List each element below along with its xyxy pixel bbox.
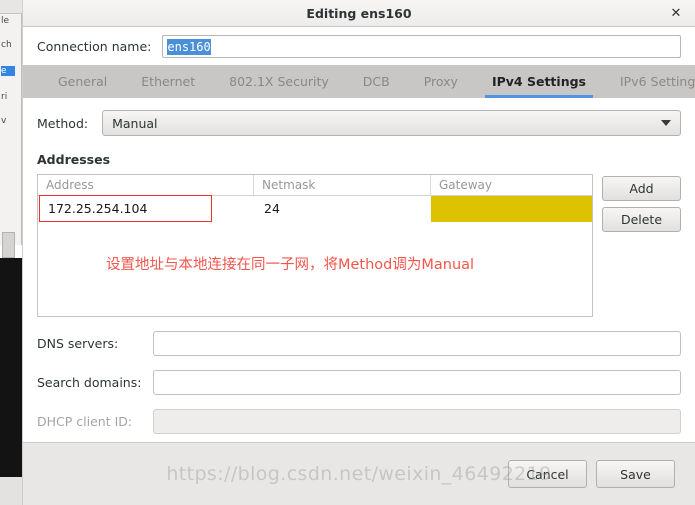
chevron-down-icon <box>661 120 671 126</box>
search-domains-label: Search domains: <box>37 375 142 390</box>
ipv4-settings-panel: Method: Manual Addresses Address Netmask… <box>23 98 695 442</box>
dhcp-client-id-row: DHCP client ID: <box>37 409 681 434</box>
method-label: Method: <box>37 115 89 131</box>
connection-name-row: Connection name: ens160 <box>23 27 695 65</box>
addresses-heading: Addresses <box>37 152 111 167</box>
tab-proxy[interactable]: Proxy <box>407 65 475 98</box>
dhcp-client-id-input <box>153 409 681 434</box>
tab-general[interactable]: General <box>41 65 124 98</box>
connection-name-input[interactable]: ens160 <box>162 35 681 58</box>
column-header-gateway: Gateway <box>439 178 493 192</box>
column-header-address: Address <box>38 175 254 195</box>
connection-name-label: Connection name: <box>37 39 152 54</box>
addresses-area: Address Netmask Gateway 172.25.254.104 2… <box>37 174 681 317</box>
addresses-table-header: Address Netmask Gateway <box>38 175 592 196</box>
cell-address[interactable]: 172.25.254.104 <box>38 195 254 222</box>
addresses-table: Address Netmask Gateway 172.25.254.104 2… <box>37 174 593 317</box>
background-selected-item: e <box>1 66 15 76</box>
add-button[interactable]: Add <box>602 176 681 201</box>
connection-name-value: ens160 <box>167 38 211 55</box>
background-terminal-area <box>0 258 22 477</box>
table-row[interactable]: 172.25.254.104 24 <box>38 195 592 222</box>
background-bottom-strip <box>0 477 22 505</box>
cell-address-value: 172.25.254.104 <box>48 201 148 216</box>
cell-netmask[interactable]: 24 <box>254 196 431 222</box>
watermark: https://blog.csdn.net/weixin_46492219 <box>166 463 552 485</box>
method-dropdown[interactable]: Manual <box>102 110 681 136</box>
addresses-buttons: Add Delete <box>602 174 681 232</box>
column-header-netmask: Netmask <box>254 175 431 195</box>
search-domains-input[interactable] <box>153 370 681 395</box>
dialog-titlebar: Editing ens160 ✕ <box>23 0 695 27</box>
save-button[interactable]: Save <box>596 460 675 488</box>
background-scrollbar <box>2 232 15 258</box>
tab-ipv6-settings[interactable]: IPv6 Settings <box>603 65 695 98</box>
method-value: Manual <box>112 115 158 131</box>
cell-gateway[interactable] <box>431 196 592 222</box>
dns-servers-label: DNS servers: <box>37 336 119 351</box>
background-window-titlebar <box>0 0 22 14</box>
background-text-fragment: ch <box>1 40 12 50</box>
tab-ethernet[interactable]: Ethernet <box>124 65 212 98</box>
background-window: le ch e ri v <box>0 0 22 258</box>
settings-tabbar: General Ethernet 802.1X Security DCB Pro… <box>23 65 695 98</box>
tab-ipv4-settings[interactable]: IPv4 Settings <box>475 65 603 98</box>
editing-connection-dialog: Editing ens160 ✕ Connection name: ens160… <box>22 0 695 505</box>
delete-button[interactable]: Delete <box>602 207 681 232</box>
search-domains-row: Search domains: <box>37 370 681 395</box>
dialog-title: Editing ens160 <box>306 5 412 21</box>
dhcp-client-id-label: DHCP client ID: <box>37 414 133 429</box>
background-text-fragment: ri <box>1 92 8 102</box>
tab-dcb[interactable]: DCB <box>346 65 407 98</box>
background-text-fragment: le <box>1 16 10 26</box>
dialog-footer: Cancel Save https://blog.csdn.net/weixin… <box>23 442 695 505</box>
cancel-button[interactable]: Cancel <box>508 460 587 488</box>
close-icon[interactable]: ✕ <box>667 4 685 22</box>
dns-servers-row: DNS servers: <box>37 331 681 356</box>
background-text-fragment: v <box>1 116 7 126</box>
dns-servers-input[interactable] <box>153 331 681 356</box>
tab-8021x-security[interactable]: 802.1X Security <box>212 65 346 98</box>
method-row: Method: Manual <box>37 110 681 136</box>
annotation-text: 设置地址与本地连接在同一子网，将Method调为Manual <box>106 257 475 273</box>
